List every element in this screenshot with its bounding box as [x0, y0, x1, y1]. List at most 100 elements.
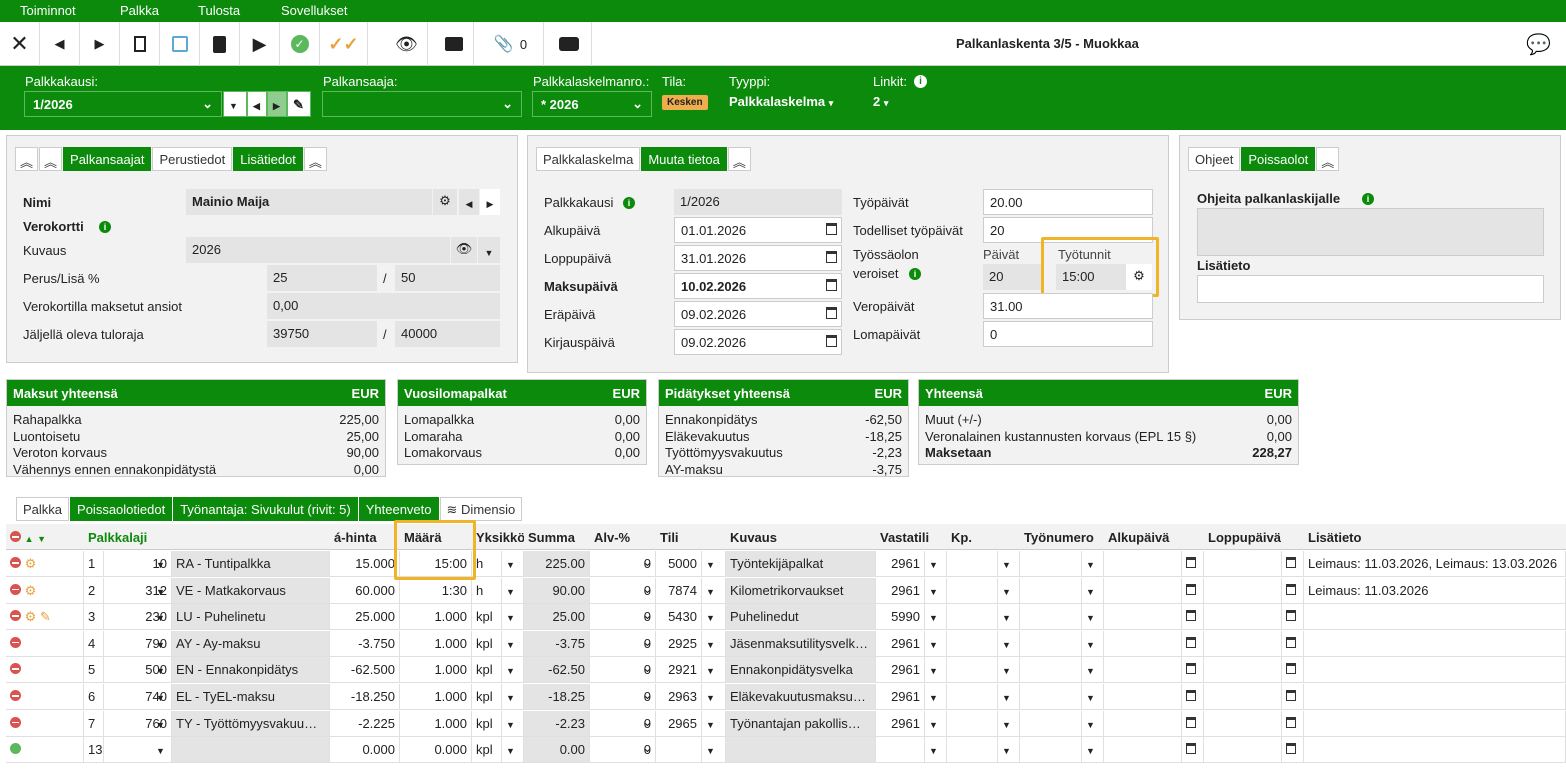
- unit[interactable]: kpl: [472, 657, 502, 684]
- caret-down-icon[interactable]: ▼: [506, 693, 515, 703]
- account-dropdown[interactable]: ▼: [702, 657, 726, 684]
- end-date[interactable]: [1204, 630, 1282, 657]
- column-header-loppupaiva[interactable]: Loppupäivä: [1204, 524, 1304, 550]
- account[interactable]: [656, 737, 702, 764]
- info-icon[interactable]: i: [1362, 193, 1374, 205]
- info-icon[interactable]: i: [909, 268, 921, 280]
- calendar-icon[interactable]: [1286, 663, 1296, 675]
- chevron-down-icon[interactable]: ⌄: [642, 660, 653, 676]
- caret-down-icon[interactable]: ▼: [1002, 640, 1011, 650]
- attachment-button[interactable]: 📎 0: [478, 22, 544, 66]
- caret-down-icon[interactable]: ▼: [1002, 720, 1011, 730]
- caret-down-icon[interactable]: ▼: [1086, 720, 1095, 730]
- caret-down-icon[interactable]: ▼: [156, 693, 165, 703]
- start-date[interactable]: [1104, 551, 1182, 577]
- salary-type-dropdown[interactable]: ▼: [152, 684, 172, 710]
- caret-down-icon[interactable]: ▼: [506, 587, 515, 597]
- cost-center-dropdown[interactable]: ▼: [998, 577, 1020, 604]
- cost-center-dropdown[interactable]: ▼: [998, 551, 1020, 577]
- salary-type-dropdown[interactable]: ▼: [152, 551, 172, 577]
- cost-center-dropdown[interactable]: ▼: [998, 710, 1020, 737]
- work-number[interactable]: [1020, 710, 1082, 737]
- caret-down-icon[interactable]: ▼: [706, 587, 715, 597]
- salary-type-dropdown[interactable]: ▼: [152, 604, 172, 631]
- caret-down-icon[interactable]: ▼: [929, 693, 938, 703]
- caret-down-icon[interactable]: ▼: [506, 560, 515, 570]
- start-date-picker[interactable]: [1182, 630, 1204, 657]
- calendar-icon[interactable]: [1186, 557, 1196, 568]
- calendar-icon[interactable]: [1186, 663, 1196, 675]
- account-dropdown[interactable]: ▼: [702, 737, 726, 764]
- tab-poissaolotiedot[interactable]: Poissaolotiedot: [70, 497, 173, 521]
- end-date[interactable]: [1204, 551, 1282, 577]
- caret-down-icon[interactable]: ▼: [1002, 746, 1011, 756]
- salary-type-dropdown[interactable]: ▼: [152, 657, 172, 684]
- work-number-dropdown[interactable]: ▼: [1082, 551, 1104, 577]
- links-select[interactable]: 2 ▾: [873, 94, 888, 109]
- unit[interactable]: kpl: [472, 737, 502, 764]
- salary-type-dropdown[interactable]: ▼: [152, 577, 172, 604]
- type-select[interactable]: Palkkalaskelma ▾: [729, 94, 833, 109]
- cost-center[interactable]: [947, 710, 998, 737]
- caret-down-icon[interactable]: ▼: [156, 587, 165, 597]
- caret-down-icon[interactable]: ▼: [156, 666, 165, 676]
- calculate-button[interactable]: [200, 22, 240, 66]
- extra-info[interactable]: Leimaus: 11.03.2026, Leimaus: 13.03.2026: [1304, 551, 1566, 577]
- quantity[interactable]: 1.000: [400, 710, 472, 737]
- end-date-picker[interactable]: [1282, 737, 1304, 764]
- next-button[interactable]: ▶: [80, 22, 120, 66]
- id-card-button[interactable]: [546, 22, 592, 66]
- unit[interactable]: kpl: [472, 710, 502, 737]
- contra-account[interactable]: 2961: [876, 657, 925, 684]
- extra-info[interactable]: [1304, 657, 1566, 684]
- account[interactable]: 2965: [656, 710, 702, 737]
- start-date[interactable]: [1104, 577, 1182, 604]
- extra-info[interactable]: Leimaus: 11.03.2026: [1304, 577, 1566, 604]
- work-number[interactable]: [1020, 657, 1082, 684]
- caret-down-icon[interactable]: ▼: [156, 640, 165, 650]
- start-date-picker[interactable]: [1182, 657, 1204, 684]
- settings-button[interactable]: ⚙: [433, 189, 457, 215]
- contra-account[interactable]: 2961: [876, 630, 925, 657]
- caret-down-icon[interactable]: ▼: [929, 587, 938, 597]
- holiday-field[interactable]: 0: [983, 321, 1153, 347]
- account-dropdown[interactable]: ▼: [702, 577, 726, 604]
- contra-dropdown[interactable]: ▼: [925, 630, 947, 657]
- work-number-dropdown[interactable]: ▼: [1082, 630, 1104, 657]
- column-header-tyonumero[interactable]: Työnumero: [1020, 524, 1104, 550]
- extra-info-textarea[interactable]: [1197, 275, 1544, 303]
- start-date-picker[interactable]: [1182, 604, 1204, 631]
- caret-down-icon[interactable]: ▼: [1086, 587, 1095, 597]
- pay-date-field[interactable]: 10.02.2026: [674, 273, 842, 299]
- caret-down-icon[interactable]: ▼: [706, 613, 715, 623]
- tab-palkansaajat[interactable]: Palkansaajat: [63, 147, 152, 171]
- column-header-summa[interactable]: Summa: [524, 524, 590, 550]
- caret-down-icon[interactable]: ▼: [929, 720, 938, 730]
- quantity[interactable]: 0.000: [400, 737, 472, 764]
- double-check-button[interactable]: ✓✓: [320, 22, 368, 66]
- unit-price[interactable]: 25.000: [330, 604, 400, 631]
- contra-account[interactable]: 5990: [876, 604, 925, 631]
- start-date-picker[interactable]: [1182, 684, 1204, 710]
- contra-dropdown[interactable]: ▼: [925, 551, 947, 577]
- cost-center[interactable]: [947, 684, 998, 710]
- work-number[interactable]: [1020, 577, 1082, 604]
- print-button[interactable]: [434, 22, 474, 66]
- caret-down-icon[interactable]: ▼: [929, 560, 938, 570]
- cost-center[interactable]: [947, 604, 998, 631]
- column-header-alkupaiva[interactable]: Alkupäivä: [1104, 524, 1204, 550]
- calcnum-select[interactable]: * 2026 ⌄: [532, 91, 652, 117]
- start-date[interactable]: [1104, 657, 1182, 684]
- caret-down-icon[interactable]: ▼: [1086, 666, 1095, 676]
- calendar-icon[interactable]: [826, 251, 837, 263]
- caret-down-icon[interactable]: ▼: [706, 693, 715, 703]
- caret-down-icon[interactable]: ▼: [929, 613, 938, 623]
- start-date-picker[interactable]: [1182, 737, 1204, 764]
- tab-palkka[interactable]: Palkka: [16, 497, 70, 521]
- close-button[interactable]: ✕: [0, 22, 40, 66]
- unit-price[interactable]: 15.000: [330, 551, 400, 577]
- preview-button[interactable]: 👁: [386, 22, 428, 66]
- run-button[interactable]: ▶: [240, 22, 280, 66]
- caret-down-icon[interactable]: ▼: [156, 613, 165, 623]
- chevron-down-icon[interactable]: ⌄: [642, 554, 653, 570]
